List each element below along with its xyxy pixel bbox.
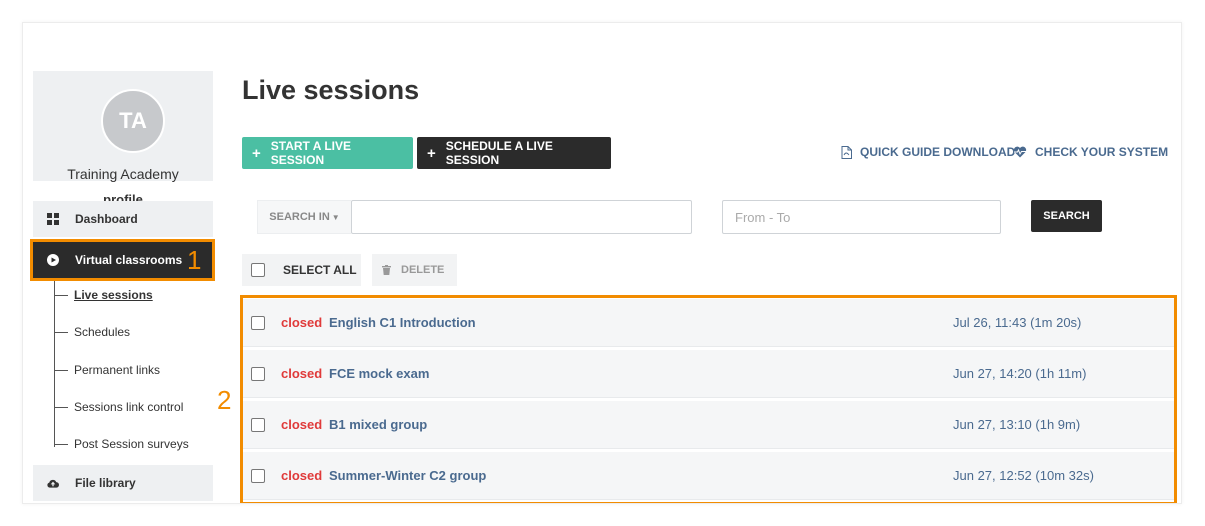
date-range-input[interactable]: From - To [722,200,1001,234]
session-date: Jun 27, 12:52 (10m 32s) [953,468,1094,483]
check-your-system-link[interactable]: CHECK YOUR SYSTEM [1013,145,1168,159]
schedule-live-session-button[interactable]: + SCHEDULE A LIVE SESSION [417,137,611,169]
button-label: DELETE [401,264,445,276]
button-label: SELECT ALL [283,263,357,277]
dropdown-label: SEARCH IN [269,211,330,223]
profile-name: Training Academy [67,166,179,182]
sidebar-item-label: Dashboard [75,212,138,226]
avatar[interactable]: TA [101,89,165,153]
profile-card: TA Training Academy profile [33,71,213,207]
select-all-button[interactable]: SELECT ALL [242,254,361,286]
subitem-label: Schedules [74,325,131,339]
session-date: Jul 26, 11:43 (1m 20s) [953,315,1082,330]
annotation-marker-1: 1 [187,245,202,275]
caret-down-icon: ▼ [331,212,340,222]
table-row[interactable]: closed FCE mock exam Jun 27, 14:20 (1h 1… [243,350,1174,398]
button-label: SCHEDULE A LIVE SESSION [445,139,553,167]
page-title: Live sessions [242,75,420,105]
plus-icon: + [427,144,436,162]
subitem-label: Live sessions [74,288,153,302]
sidebar-subitem-schedules[interactable]: Schedules [54,323,130,341]
sidebar-subitem-sessions-link-control[interactable]: Sessions link control [54,398,183,416]
table-row[interactable]: closed English C1 Introduction Jul 26, 1… [243,299,1174,347]
sidebar-subitem-permanent-links[interactable]: Permanent links [54,361,160,379]
search-input[interactable] [351,200,692,234]
quick-guide-download-link[interactable]: QUICK GUIDE DOWNLOAD [841,145,1015,159]
sidebar-item-label: File library [75,476,136,490]
trash-icon [382,265,391,275]
sidebar-item-file-library[interactable]: File library [33,465,213,501]
search-in-dropdown[interactable]: SEARCH IN ▼ [257,200,351,234]
subitem-label: Sessions link control [74,400,184,414]
row-checkbox[interactable] [251,417,265,432]
status-badge: closed [281,366,323,381]
heartbeat-icon [1013,146,1027,158]
delete-button[interactable]: DELETE [372,254,457,286]
sidebar-item-label: Virtual classrooms [75,253,183,267]
session-name-link[interactable]: FCE mock exam [329,366,953,381]
table-row[interactable]: closed Summer-Winter C2 group Jun 27, 12… [243,452,1174,500]
row-checkbox[interactable] [251,315,265,330]
start-live-session-button[interactable]: + START A LIVE SESSION [242,137,413,169]
session-date: Jun 27, 13:10 (1h 9m) [953,417,1081,432]
session-name-link[interactable]: B1 mixed group [329,417,953,432]
dashboard-icon [47,213,59,225]
button-label: START A LIVE SESSION [270,139,351,167]
sidebar-item-virtual-classrooms[interactable]: Virtual classrooms [33,241,213,279]
table-row[interactable]: closed B1 mixed group Jun 27, 13:10 (1h … [243,401,1174,449]
session-name-link[interactable]: Summer-Winter C2 group [329,468,953,483]
row-checkbox[interactable] [251,468,265,483]
status-badge: closed [281,468,323,483]
play-circle-icon [47,254,59,266]
annotation-marker-2: 2 [217,385,232,415]
session-date: Jun 27, 14:20 (1h 11m) [953,366,1087,381]
search-button[interactable]: SEARCH [1031,200,1102,232]
sidebar-subitem-post-session-surveys[interactable]: Post Session surveys [54,435,189,453]
sidebar-subitem-live-sessions[interactable]: Live sessions [54,286,153,304]
link-label: CHECK YOUR SYSTEM [1035,145,1169,159]
main-panel: TA Training Academy profile Dashboard Vi… [22,22,1182,504]
sidebar-item-dashboard[interactable]: Dashboard [33,201,213,237]
link-label: QUICK GUIDE DOWNLOAD [860,145,1016,159]
subitem-label: Permanent links [74,363,161,377]
status-badge: closed [281,315,323,330]
plus-icon: + [252,144,261,162]
pdf-file-icon [841,145,852,159]
cloud-upload-icon [47,477,59,489]
session-name-link[interactable]: English C1 Introduction [329,315,953,330]
status-badge: closed [281,417,323,432]
row-checkbox[interactable] [251,366,265,381]
select-all-checkbox[interactable] [251,263,265,277]
subitem-label: Post Session surveys [74,437,189,451]
